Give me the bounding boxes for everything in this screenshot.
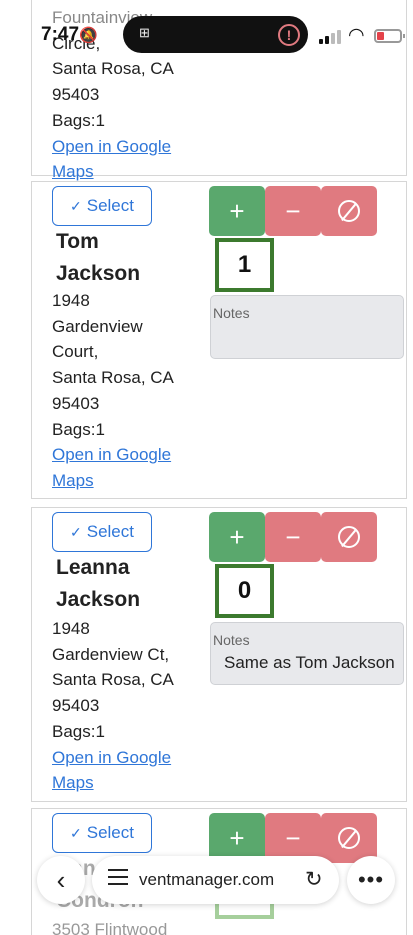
check-circle-icon: ✓ (70, 824, 82, 841)
select-label: Select (86, 196, 134, 215)
notes-label: Notes (213, 632, 250, 648)
address-bar[interactable]: ventmanager.com ↻ (92, 856, 339, 904)
address-line: 3503 Flintwood (52, 920, 168, 935)
dynamic-island: ⊞ ! (123, 16, 308, 53)
address-block: 1948 Gardenview Court, Santa Rosa, CA 95… (52, 288, 174, 494)
select-label: Select (86, 823, 134, 842)
address-line: Court, (52, 342, 99, 362)
cancel-button[interactable] (321, 186, 377, 236)
count-controls: + − (209, 186, 377, 236)
address-line: Santa Rosa, CA (52, 368, 174, 388)
select-button[interactable]: ✓ Select (52, 512, 152, 552)
prohibit-icon (338, 827, 360, 849)
google-maps-link[interactable]: Open in Google (52, 748, 171, 767)
alert-icon: ! (278, 24, 300, 46)
tabs-icon[interactable] (108, 869, 128, 889)
clock: 7:47 (41, 24, 80, 45)
google-maps-link[interactable]: Open in Google (52, 137, 171, 156)
increment-button[interactable]: + (209, 512, 265, 562)
delivery-card: ✓ Select Leanna Jackson 1948 Gardenview … (31, 507, 407, 802)
address-line: Santa Rosa, CA (52, 670, 174, 690)
delivery-list-page: Fountainview Circle, Santa Rosa, CA 9540… (0, 0, 413, 935)
address-line: Gardenview Ct, (52, 644, 170, 664)
address-line: 1948 (52, 291, 90, 310)
name-line: Leanna (56, 556, 130, 579)
ellipsis-icon: ••• (357, 867, 385, 892)
google-maps-link[interactable]: Maps (52, 471, 94, 490)
decrement-button[interactable]: − (265, 512, 321, 562)
increment-button[interactable]: + (209, 186, 265, 236)
url-text: ventmanager.com (139, 870, 275, 889)
google-maps-link[interactable]: Open in Google (52, 445, 171, 464)
more-options-button[interactable]: ••• (347, 856, 395, 904)
delivery-card: ✓ Select Tom Jackson 1948 Gardenview Cou… (31, 181, 407, 499)
check-circle-icon: ✓ (70, 197, 82, 214)
name-line: Jackson (56, 262, 141, 285)
notes-field[interactable]: Notes (210, 295, 404, 359)
bag-count-display: 0 (215, 564, 274, 618)
address-line: 95403 (52, 85, 100, 105)
bags-count: Bags:1 (52, 110, 105, 130)
battery-low-icon (374, 29, 405, 43)
notes-label: Notes (213, 305, 250, 321)
notes-value: Same as Tom Jackson (224, 653, 395, 672)
status-time: 7:47🔕 (41, 24, 98, 46)
address-line: 1948 (52, 619, 90, 638)
select-label: Select (86, 522, 134, 541)
check-circle-icon: ✓ (70, 523, 82, 540)
signal-icon (319, 30, 341, 44)
status-bar: 7:47🔕 ⊞ ! ◠ (0, 0, 413, 70)
prohibit-icon (338, 526, 360, 548)
notes-field[interactable]: Notes Same as Tom Jackson (210, 622, 404, 685)
google-maps-link[interactable]: Maps (52, 773, 94, 792)
address-block: 1948 Gardenview Ct, Santa Rosa, CA 95403… (52, 616, 174, 796)
name-line: Jackson (56, 588, 141, 611)
decrement-button[interactable]: − (265, 186, 321, 236)
back-button[interactable]: ‹ (37, 856, 85, 904)
address-block: 3503 Flintwood (52, 917, 167, 935)
recipient-name: Leanna Jackson (56, 552, 140, 616)
prohibit-icon (338, 200, 360, 222)
select-button[interactable]: ✓ Select (52, 813, 152, 853)
cancel-button[interactable] (321, 512, 377, 562)
google-maps-link[interactable]: Maps (52, 162, 94, 181)
translate-icon: ⊞ (139, 25, 150, 40)
wifi-icon: ◠ (348, 25, 365, 46)
bag-count-display: 1 (215, 238, 274, 292)
bags-count: Bags:1 (52, 419, 105, 439)
bell-slash-icon: 🔕 (79, 27, 98, 44)
count-controls: + − (209, 512, 377, 562)
select-button[interactable]: ✓ Select (52, 186, 152, 226)
name-line: Tom (56, 230, 99, 253)
address-line: 95403 (52, 393, 100, 413)
bags-count: Bags:1 (52, 721, 105, 741)
address-line: 95403 (52, 696, 100, 716)
recipient-name: Tom Jackson (56, 226, 140, 290)
reload-icon[interactable]: ↻ (305, 867, 323, 892)
chevron-left-icon: ‹ (56, 864, 66, 895)
address-line: Gardenview (52, 316, 143, 336)
